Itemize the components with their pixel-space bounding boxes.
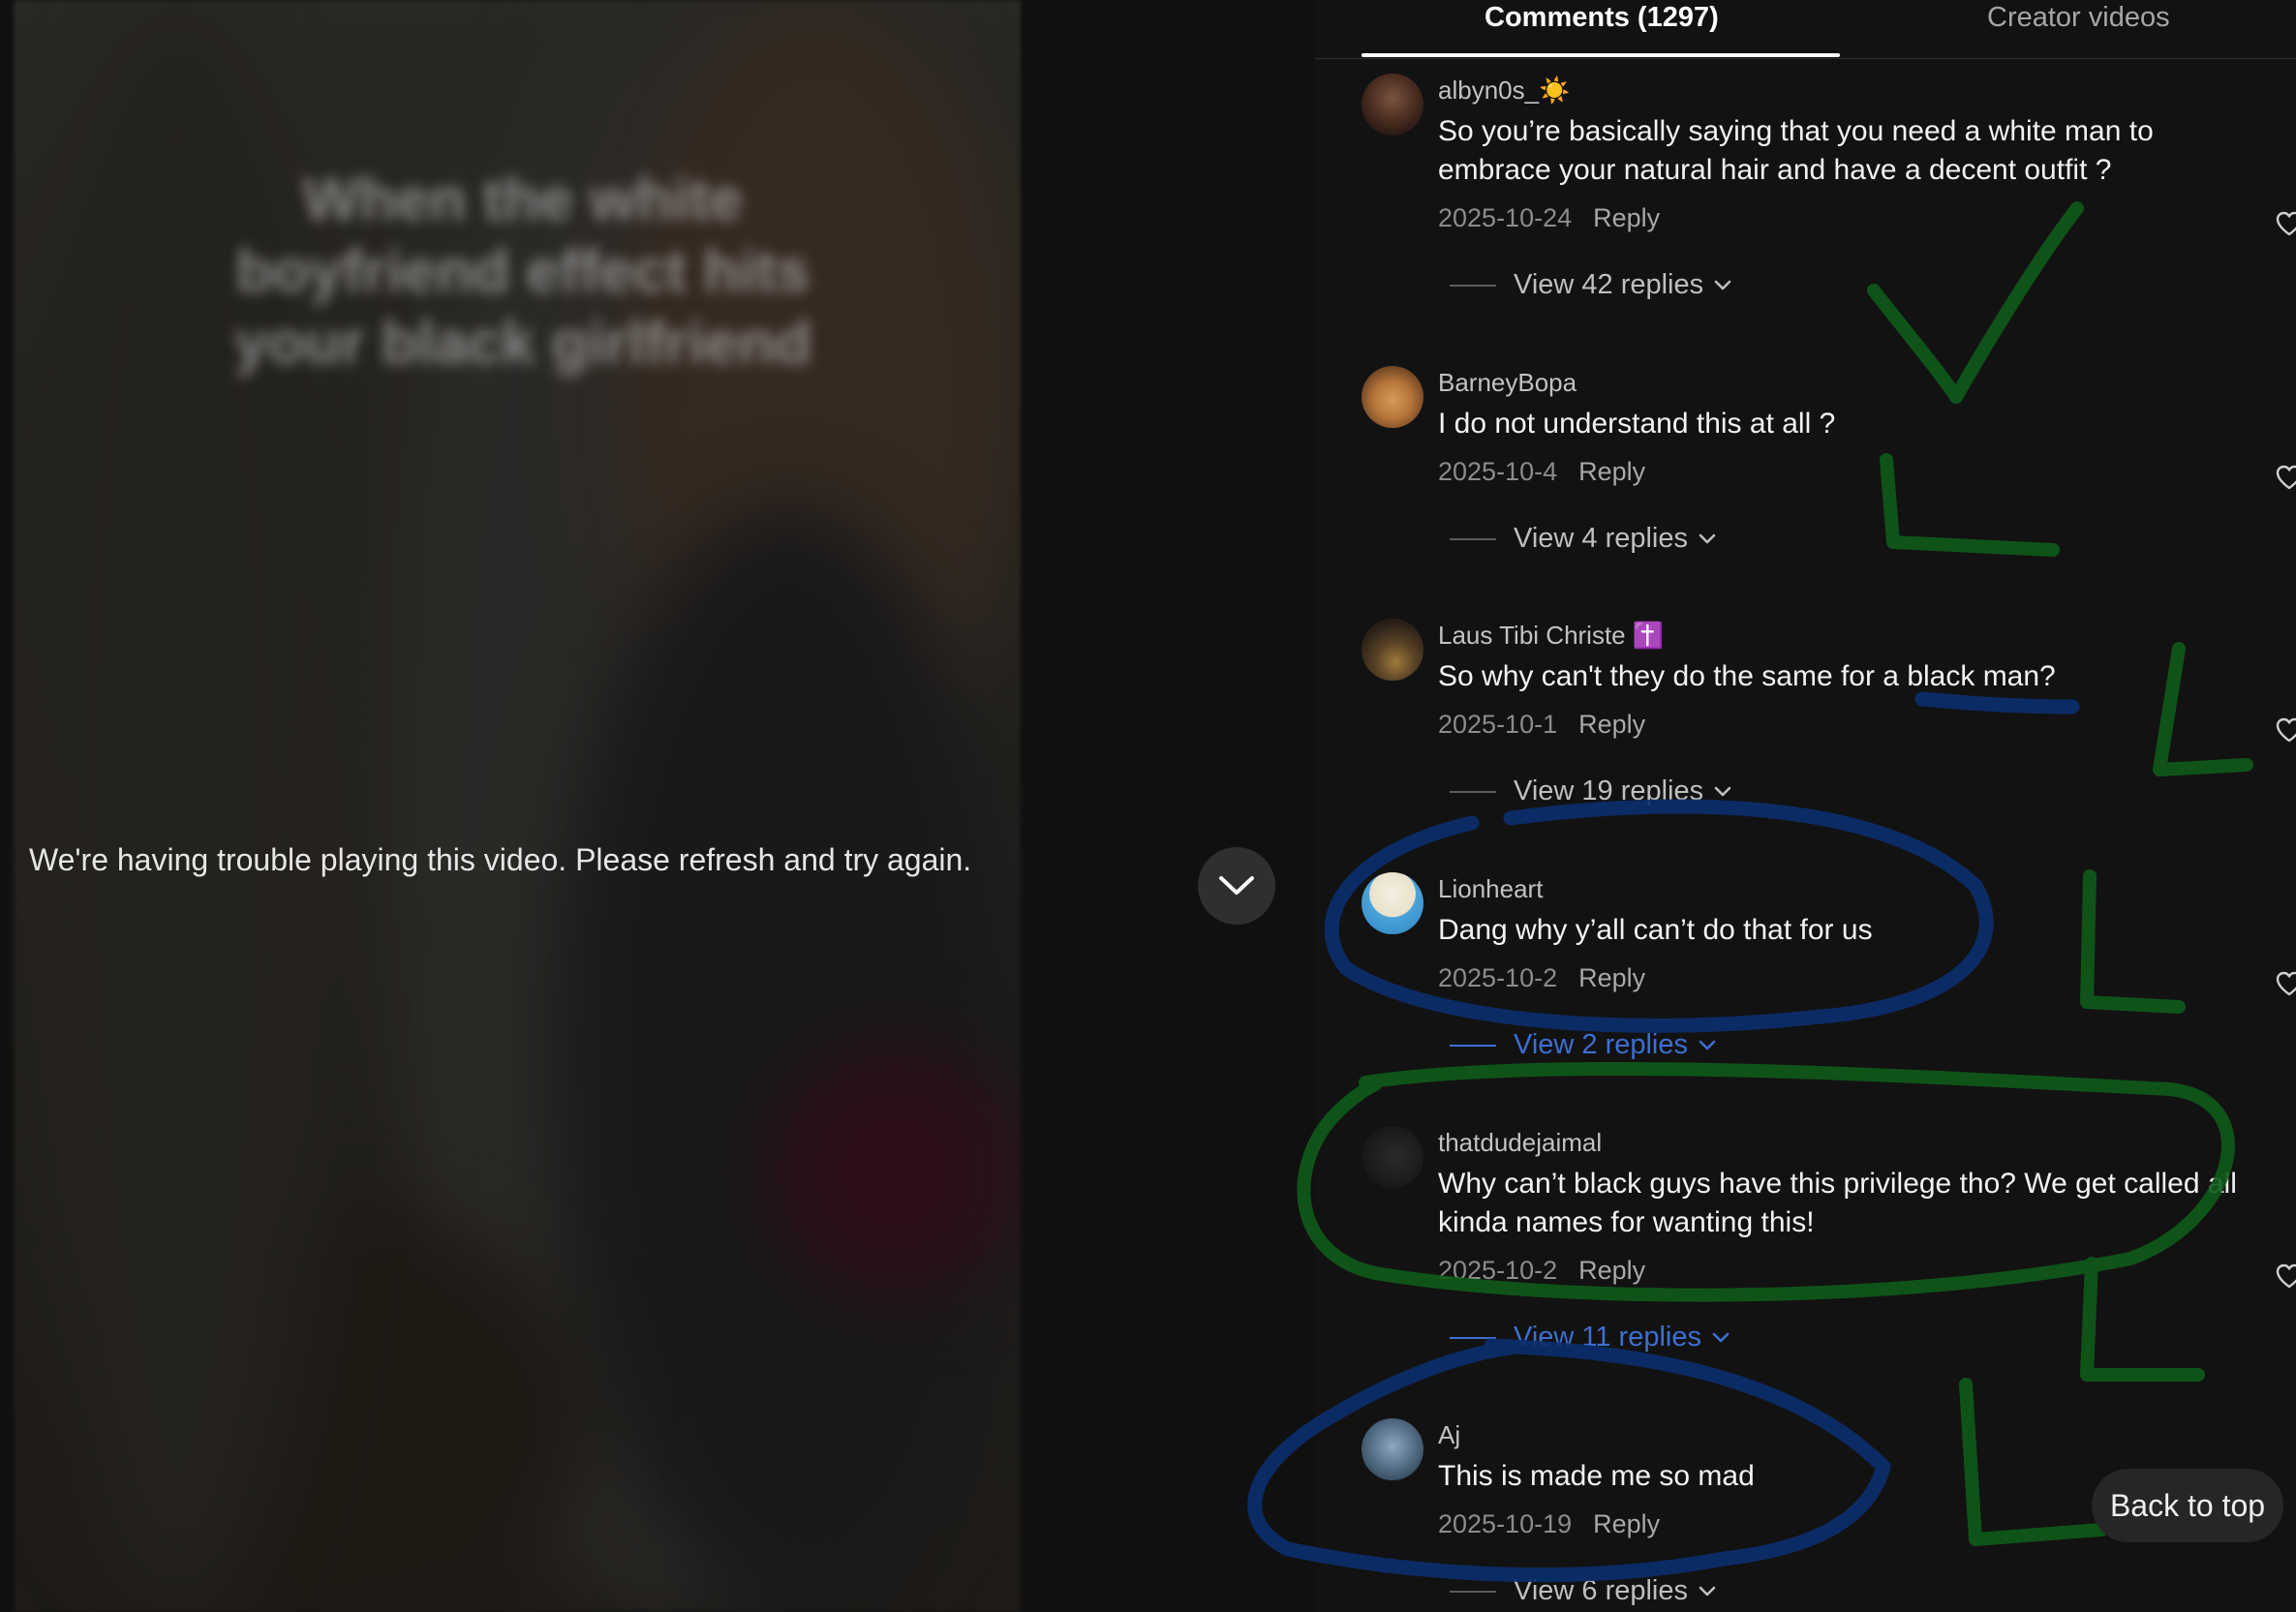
video-error-message: We're having trouble playing this video.…	[29, 842, 972, 877]
comment-meta: 2025-10-4 Reply	[1438, 457, 2271, 487]
comment-date: 2025-10-2	[1438, 1256, 1558, 1285]
comment-username[interactable]: Aj	[1438, 1418, 2271, 1451]
reply-button[interactable]: Reply	[1593, 1509, 1660, 1538]
view-replies-label: View 11 replies	[1514, 1322, 1701, 1353]
panel-tabs: Comments (1297) Creator videos	[1315, 0, 2296, 59]
heart-icon	[2276, 465, 2296, 490]
comment-text: So why can't they do the same for a blac…	[1438, 660, 2056, 692]
comment-date: 2025-10-19	[1438, 1509, 1573, 1538]
view-replies-label: View 6 replies	[1514, 1575, 1689, 1606]
view-replies-button[interactable]: View 42 replies	[1450, 269, 1732, 301]
comment-text: So you’re basically saying that you need…	[1438, 115, 2154, 186]
video-player[interactable]: When the white boyfriend effect hits you…	[0, 0, 1315, 1612]
comment-date: 2025-10-1	[1438, 710, 1558, 739]
view-replies-label: View 2 replies	[1514, 1029, 1689, 1060]
heart-icon	[2276, 971, 2296, 996]
back-to-top-button[interactable]: Back to top	[2092, 1469, 2283, 1542]
chevron-down-icon	[1219, 876, 1254, 895]
avatar[interactable]	[1362, 1418, 1424, 1480]
avatar[interactable]	[1362, 872, 1424, 934]
heart-icon	[2276, 717, 2296, 743]
heart-icon	[2276, 1263, 2296, 1289]
like-button[interactable]	[2276, 971, 2296, 1001]
comment-date: 2025-10-2	[1438, 963, 1558, 992]
chevron-down-icon	[1699, 1040, 1716, 1049]
heart-icon	[2276, 211, 2296, 236]
chevron-down-icon	[1714, 786, 1731, 796]
comment-username[interactable]: BarneyBopa	[1438, 366, 2271, 399]
like-button[interactable]: 4	[2276, 211, 2296, 241]
view-replies-button[interactable]: View 4 replies	[1450, 523, 1717, 555]
comment-username[interactable]: Lionheart	[1438, 872, 2271, 905]
view-replies-label: View 19 replies	[1514, 776, 1704, 806]
view-replies-button[interactable]: View 6 replies	[1450, 1575, 1717, 1607]
reply-button[interactable]: Reply	[1578, 1256, 1645, 1285]
reply-button[interactable]: Reply	[1593, 203, 1660, 232]
view-replies-label: View 4 replies	[1514, 523, 1689, 554]
reply-button[interactable]: Reply	[1578, 710, 1645, 739]
active-tab-indicator	[1362, 53, 1840, 57]
comment-username[interactable]: thatdudejaimal	[1438, 1126, 2271, 1159]
tab-creator-videos[interactable]: Creator videos	[1987, 2, 2170, 34]
comment-username[interactable]: albyn0s_☀️	[1438, 74, 2271, 106]
chevron-down-icon	[1699, 1586, 1716, 1596]
reply-button[interactable]: Reply	[1578, 963, 1645, 992]
comment-date: 2025-10-24	[1438, 203, 1573, 232]
comment-text: Dang why y’all can’t do that for us	[1438, 914, 1873, 946]
view-replies-label: View 42 replies	[1514, 269, 1704, 300]
comment-text: Why can’t black guys have this privilege…	[1438, 1168, 2237, 1238]
comment-text: I do not understand this at all ?	[1438, 408, 1836, 440]
comment-meta: 2025-10-2 Reply	[1438, 1256, 2271, 1286]
tab-comments[interactable]: Comments (1297)	[1485, 2, 1719, 34]
avatar[interactable]	[1362, 619, 1424, 681]
reply-button[interactable]: Reply	[1578, 457, 1645, 486]
comment-meta: 2025-10-1 Reply	[1438, 710, 2271, 740]
comment-date: 2025-10-4	[1438, 457, 1558, 486]
next-video-button[interactable]	[1198, 847, 1275, 925]
avatar[interactable]	[1362, 74, 1424, 136]
comment-username[interactable]: Laus Tibi Christe ✝️	[1438, 619, 2271, 652]
avatar[interactable]	[1362, 366, 1424, 428]
chevron-down-icon	[1714, 280, 1731, 289]
avatar[interactable]	[1362, 1126, 1424, 1188]
comment-meta: 2025-10-24 Reply	[1438, 203, 2271, 233]
like-button[interactable]	[2276, 465, 2296, 495]
blurred-video-caption: When the white boyfriend effect hits you…	[233, 167, 812, 377]
comments-panel: Comments (1297) Creator videos albyn0s_☀…	[1315, 0, 2296, 1612]
like-button[interactable]: 2	[2276, 717, 2296, 747]
like-button[interactable]	[2276, 1263, 2296, 1293]
comment-meta: 2025-10-2 Reply	[1438, 963, 2271, 993]
view-replies-button[interactable]: View 2 replies	[1450, 1029, 1717, 1061]
chevron-down-icon	[1712, 1332, 1730, 1342]
view-replies-button[interactable]: View 11 replies	[1450, 1322, 1730, 1353]
chevron-down-icon	[1699, 533, 1716, 543]
view-replies-button[interactable]: View 19 replies	[1450, 776, 1732, 807]
